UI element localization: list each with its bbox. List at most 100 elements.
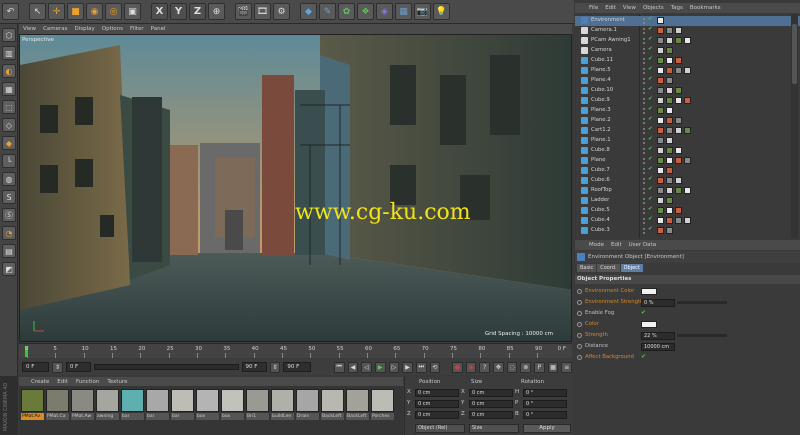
range-end-field[interactable]: 90 F: [241, 362, 267, 372]
om-menu-file[interactable]: File: [589, 5, 598, 11]
enable-check-icon[interactable]: ✔: [648, 216, 653, 222]
play-icon[interactable]: ▶: [374, 361, 386, 373]
render-visibility-dot[interactable]: [643, 52, 645, 54]
coord-size-field[interactable]: 0 cm: [469, 411, 513, 419]
material-swatch[interactable]: [271, 389, 294, 412]
material-swatch[interactable]: [146, 389, 169, 412]
object-row[interactable]: Cube.3 ✔: [575, 226, 800, 236]
autokey-icon[interactable]: ◉: [465, 361, 477, 373]
object-tag-icon[interactable]: [675, 157, 682, 164]
object-tag-icon[interactable]: [675, 37, 682, 44]
enable-check-icon[interactable]: ✔: [648, 196, 653, 202]
object-tag-icon[interactable]: [666, 127, 673, 134]
spin-icon[interactable]: ⇕: [52, 361, 63, 373]
enable-check-icon[interactable]: ✔: [648, 36, 653, 42]
am-menu-mode[interactable]: Mode: [589, 242, 604, 248]
editor-visibility-dot[interactable]: [643, 28, 645, 30]
material-swatch[interactable]: [171, 389, 194, 412]
keyframe-icon[interactable]: ?: [479, 361, 491, 373]
move-icon[interactable]: ✛: [48, 3, 65, 20]
render-visibility-dot[interactable]: [643, 112, 645, 114]
object-tag-icon[interactable]: [666, 197, 673, 204]
color-swatch[interactable]: [641, 288, 657, 295]
attribute-slider[interactable]: [677, 301, 727, 304]
material-name[interactable]: bar: [146, 413, 169, 420]
render-visibility-dot[interactable]: [643, 132, 645, 134]
render-visibility-dot[interactable]: [643, 162, 645, 164]
material-name[interactable]: Porches: [371, 413, 394, 420]
enable-check-icon[interactable]: ✔: [648, 226, 653, 232]
go-to-end-icon[interactable]: ⏭: [415, 361, 427, 373]
object-tag-icon[interactable]: [675, 217, 682, 224]
object-row[interactable]: Plane ✔: [575, 156, 800, 166]
editor-visibility-dot[interactable]: [643, 228, 645, 230]
viewport-menu-options[interactable]: Options: [102, 26, 123, 32]
undo-icon[interactable]: ↶: [2, 3, 19, 20]
object-tag-icon[interactable]: [684, 187, 691, 194]
editor-visibility-dot[interactable]: [643, 48, 645, 50]
material-swatch[interactable]: [346, 389, 369, 412]
object-row[interactable]: Cube.9 ✔: [575, 96, 800, 106]
editor-visibility-dot[interactable]: [643, 198, 645, 200]
object-tag-icon[interactable]: [657, 67, 664, 74]
coord-rotation-field[interactable]: 0 °: [523, 400, 567, 408]
enable-check-icon[interactable]: ✔: [648, 96, 653, 102]
object-name[interactable]: Cube.10: [591, 87, 613, 93]
render-visibility-dot[interactable]: [643, 22, 645, 24]
object-tag-icon[interactable]: [684, 217, 691, 224]
object-row[interactable]: Plane.5 ✔: [575, 66, 800, 76]
cube-icon[interactable]: ◆: [300, 3, 317, 20]
render-visibility-dot[interactable]: [643, 122, 645, 124]
object-row[interactable]: Camera ✔: [575, 46, 800, 56]
move-key-icon[interactable]: ✥: [493, 361, 504, 373]
material-name[interactable]: BackLeft: [321, 413, 344, 420]
object-tag-icon[interactable]: [657, 77, 664, 84]
coord-system-icon[interactable]: ⊕: [208, 3, 225, 20]
om-menu-bookmarks[interactable]: Bookmarks: [690, 5, 721, 11]
make-editable-icon[interactable]: ⬡: [2, 28, 16, 42]
object-name[interactable]: Camera.1: [591, 27, 617, 33]
enable-check-icon[interactable]: ✔: [648, 136, 653, 142]
object-name[interactable]: Cube.6: [591, 177, 610, 183]
object-tag-icon[interactable]: [675, 97, 682, 104]
object-tag-icon[interactable]: [657, 147, 664, 154]
timeline-menu-icon[interactable]: ≡: [561, 361, 573, 373]
viewport-menu-panel[interactable]: Panel: [151, 26, 166, 32]
object-tag-icon[interactable]: [666, 227, 673, 234]
enable-check-icon[interactable]: ✔: [648, 46, 653, 52]
object-tag-icon[interactable]: [657, 227, 664, 234]
object-row[interactable]: Cube.8 ✔: [575, 146, 800, 156]
object-row[interactable]: Cube.4 ✔: [575, 216, 800, 226]
attribute-checkbox[interactable]: ✔: [641, 353, 646, 360]
render-visibility-dot[interactable]: [643, 222, 645, 224]
render-visibility-dot[interactable]: [643, 102, 645, 104]
animate-bullet-icon[interactable]: [577, 311, 582, 316]
object-row[interactable]: Ladder ✔: [575, 196, 800, 206]
object-name[interactable]: Cube.5: [591, 207, 610, 213]
om-menu-tags[interactable]: Tags: [671, 5, 683, 11]
editor-visibility-dot[interactable]: [643, 68, 645, 70]
recent-icon[interactable]: ◎: [105, 3, 122, 20]
object-row[interactable]: Plane.2 ✔: [575, 116, 800, 126]
attribute-tab[interactable]: Basic: [577, 264, 597, 272]
object-tag-icon[interactable]: [657, 157, 664, 164]
animate-bullet-icon[interactable]: [577, 289, 582, 294]
object-tag-icon[interactable]: [657, 47, 664, 54]
coord-size-field[interactable]: 0 cm: [469, 400, 513, 408]
viewport[interactable]: Perspective Grid Spacing : 10000 cm www.…: [19, 34, 572, 342]
render-visibility-dot[interactable]: [643, 72, 645, 74]
object-tag-icon[interactable]: [657, 167, 664, 174]
material-menu-create[interactable]: Create: [31, 379, 49, 385]
material-name[interactable]: bar: [121, 413, 144, 420]
editor-visibility-dot[interactable]: [643, 58, 645, 60]
am-menu-user-data[interactable]: User Data: [629, 242, 656, 248]
editor-visibility-dot[interactable]: [643, 178, 645, 180]
object-tag-icon[interactable]: [684, 37, 691, 44]
enable-check-icon[interactable]: ✔: [648, 16, 653, 22]
object-tag-icon[interactable]: [675, 207, 682, 214]
material-swatch[interactable]: [71, 389, 94, 412]
snap-icon[interactable]: S: [2, 190, 16, 204]
enable-check-icon[interactable]: ✔: [648, 66, 653, 72]
render-visibility-dot[interactable]: [643, 232, 645, 234]
end-frame-field[interactable]: 90 F: [283, 362, 311, 372]
